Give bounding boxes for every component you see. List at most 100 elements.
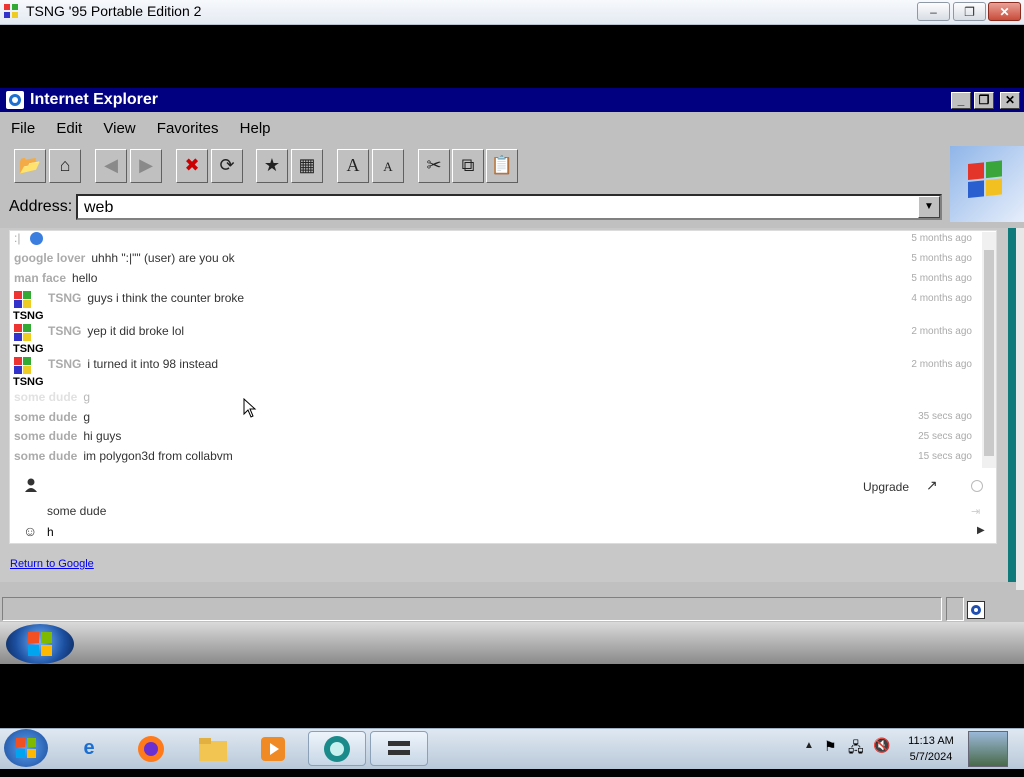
action-center-flag-icon[interactable]: ⚑ [824,738,837,755]
zone-icon [967,601,985,619]
tsng-avatar: TSNG [12,355,44,388]
show-desktop-thumbnail[interactable] [968,731,1008,767]
ie-minimize-button[interactable]: _ [951,92,971,109]
home-button[interactable]: ⌂ [49,149,81,183]
refresh-button[interactable]: ⟳ [211,149,243,183]
return-to-google-link[interactable]: Return to Google [10,558,94,570]
status-circle-icon[interactable] [971,480,983,492]
ie-titlebar: Internet Explorer _ ❐ ✕ [0,88,1024,112]
menu-bar: File Edit View Favorites Help [11,120,288,137]
chevron-down-icon: ▼ [924,201,934,212]
tsng-avatar: TSNG [12,322,44,355]
smaller-font-button[interactable]: A [372,149,404,183]
menu-edit[interactable]: Edit [56,120,82,137]
history-icon: ▦ [298,155,316,175]
chat-scrollbar[interactable] [982,232,996,468]
guest-start-button[interactable] [6,624,74,664]
copy-icon: ⧉ [461,155,475,175]
tsng-avatar: TSNG [12,289,44,322]
windows-logo [950,146,1024,222]
font-larger-icon: A [346,155,360,175]
chat-scroll-thumb[interactable] [984,250,994,456]
clock-date: 5/7/2024 [909,751,953,763]
chat-message: some dude g [14,410,91,424]
address-dropdown-button[interactable]: ▼ [918,196,940,218]
svg-text:TSNG: TSNG [13,376,44,387]
name-field[interactable]: some dude [47,504,106,518]
volume-muted-icon[interactable]: 🔇 [873,737,890,754]
chat-message-faded: some dude g [14,390,91,404]
upgrade-link[interactable]: Upgrade [863,480,909,494]
paste-button[interactable]: 📋 [486,149,518,183]
chat-message: some dude hi guys [14,429,122,443]
favorites-folder-icon: ★ [263,155,281,175]
collabvm-taskbar-icon[interactable] [308,731,366,766]
chat-message: google lover uhhh ":|"" (user) are you ok [14,251,235,265]
menu-view[interactable]: View [103,120,135,137]
copy-button[interactable]: ⧉ [452,149,484,183]
external-link-icon[interactable]: ↗ [926,477,938,494]
user-icon[interactable] [24,478,38,497]
internet-explorer-taskbar-icon[interactable]: e [64,731,114,766]
menu-help[interactable]: Help [240,120,271,137]
open-folder-icon: 📂 [18,155,42,175]
message-input[interactable]: h [47,525,54,539]
message-time: 2 months ago [911,326,972,337]
address-label: Address: [9,198,73,215]
globe-icon [29,232,43,246]
favorites-button[interactable]: ★ [256,149,288,183]
network-icon[interactable]: 🖧 [848,737,864,761]
page-scrollbar[interactable] [1016,228,1024,590]
ie-maximize-button[interactable]: ❐ [974,92,994,109]
open-button[interactable]: 📂 [14,149,46,183]
scissors-icon: ✂ [426,155,442,175]
media-player-taskbar-icon[interactable] [248,731,298,766]
maximize-button[interactable]: ❐ [953,2,986,21]
home-icon: ⌂ [59,155,71,175]
message-time: 5 months ago [911,233,972,244]
start-button[interactable] [4,729,48,767]
back-button[interactable]: ◀ [95,149,127,183]
firefox-taskbar-icon[interactable] [126,731,176,766]
chat-message: TSNG guys i think the counter broke [48,291,245,305]
font-smaller-icon: A [383,159,393,174]
message-time: 4 months ago [911,293,972,304]
show-hidden-icons-button[interactable]: ▲ [804,740,814,751]
close-button[interactable]: ✕ [988,2,1021,21]
minimize-button[interactable]: – [917,2,950,21]
back-arrow-icon: ◀ [104,155,118,175]
guest-taskbar [0,622,1024,664]
stop-button[interactable]: ✖ [176,149,208,183]
tsng-taskbar-icon[interactable] [370,731,428,766]
chat-box [9,230,997,544]
svg-text:TSNG: TSNG [13,310,44,321]
chat-message: man face hello [14,271,98,285]
address-input[interactable]: web [76,194,942,220]
ie-title: Internet Explorer [30,91,159,108]
ie-close-button[interactable]: ✕ [1000,92,1020,109]
mouse-cursor-icon [243,397,257,423]
file-explorer-taskbar-icon[interactable] [188,731,238,766]
forward-button[interactable]: ▶ [130,149,162,183]
outer-window-title: TSNG '95 Portable Edition 2 [26,3,202,19]
taskbar-clock[interactable]: 11:13 AM 5/7/2024 [900,733,962,765]
app-icon [3,3,19,19]
outer-window-titlebar: TSNG '95 Portable Edition 2 – ❐ ✕ [0,0,1024,25]
cut-button[interactable]: ✂ [418,149,450,183]
chat-message: :| [14,231,43,246]
message-time: 35 secs ago [918,411,972,422]
logout-icon[interactable]: ⇥ [971,505,980,518]
larger-font-button[interactable]: A [337,149,369,183]
history-button[interactable]: ▦ [291,149,323,183]
paste-icon: 📋 [490,155,514,175]
emoji-icon[interactable]: ☺ [23,523,37,539]
refresh-icon: ⟳ [219,155,235,175]
message-time: 5 months ago [911,253,972,264]
send-icon[interactable]: ▶ [977,525,985,536]
menu-file[interactable]: File [11,120,35,137]
status-text-pane [2,597,942,621]
forward-arrow-icon: ▶ [139,155,153,175]
ie-icon [6,91,24,109]
menu-favorites[interactable]: Favorites [157,120,219,137]
chat-message: TSNG i turned it into 98 instead [48,357,219,371]
